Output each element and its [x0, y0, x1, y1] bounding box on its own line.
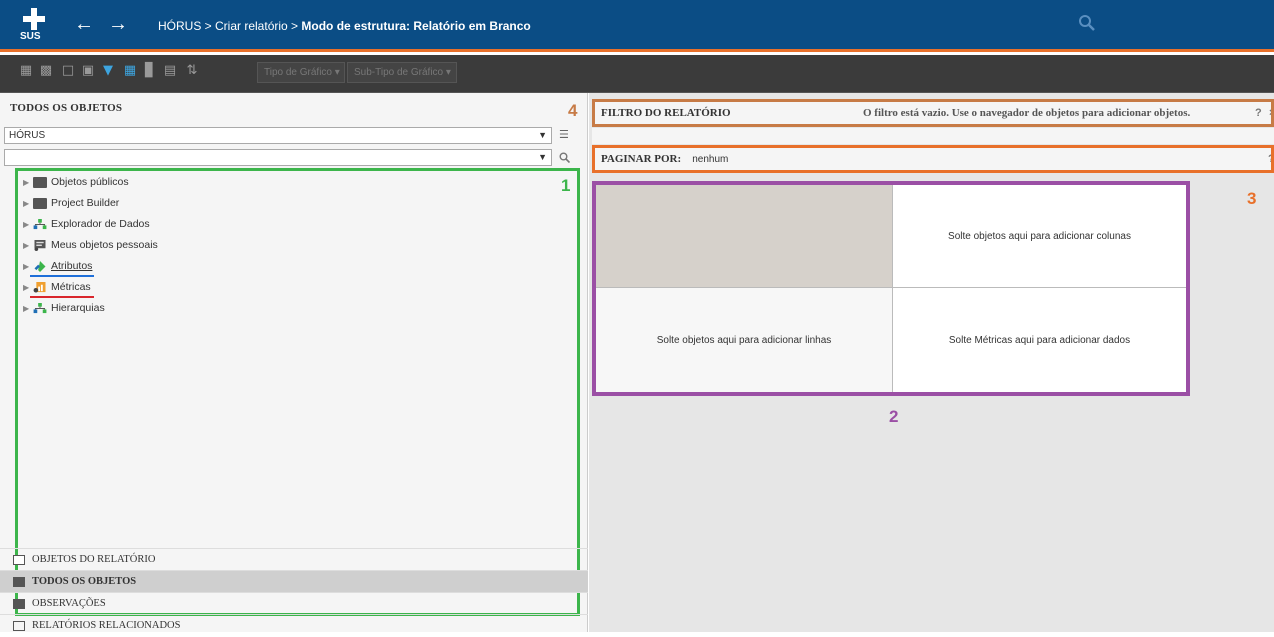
tree-item-label: Meus objetos pessoais: [51, 239, 158, 251]
notes-icon: [13, 599, 25, 609]
app-header: SUS ← → HÓRUS > Criar relatório > Modo d…: [0, 0, 1274, 52]
report-grid-dropzones: Solte objetos aqui para adicionar coluna…: [592, 181, 1190, 396]
chevron-down-icon: ▼: [538, 130, 547, 140]
expand-arrow-icon[interactable]: ▶: [23, 178, 33, 187]
list-view-icon[interactable]: ☰: [559, 128, 569, 141]
annotation-number-4: 4: [568, 101, 578, 120]
insert-grid-icon[interactable]: ▦: [18, 63, 34, 79]
metric-icon: [33, 281, 46, 293]
expand-arrow-icon[interactable]: ▶: [23, 220, 33, 229]
rows-drop-text: Solte objetos aqui para adicionar linhas: [656, 334, 832, 346]
folder-icon: [33, 176, 47, 188]
rows-drop-zone[interactable]: Solte objetos aqui para adicionar linhas: [596, 288, 893, 392]
page-by-label: PAGINAR POR:: [601, 153, 682, 165]
tree-item-my-objects[interactable]: ▶ Meus objetos pessoais: [23, 239, 158, 257]
folder-icon: [13, 577, 25, 587]
graph-view-icon[interactable]: ▊: [142, 63, 158, 79]
object-search-input[interactable]: ▼: [4, 149, 552, 166]
filter-icon[interactable]: ▼: [100, 63, 116, 79]
tab-all-objects[interactable]: TODOS OS OBJETOS: [0, 570, 588, 592]
metrics-underline: [30, 296, 94, 298]
report-filter-bar[interactable]: FILTRO DO RELATÓRIO O filtro está vazio.…: [592, 99, 1274, 127]
close-icon[interactable]: ×: [1269, 102, 1271, 124]
header-accent-line: [0, 49, 1274, 52]
tab-label: RELATÓRIOS RELACIONADOS: [32, 620, 181, 631]
panel-bottom-tabs: OBJETOS DO RELATÓRIO TODOS OS OBJETOS OB…: [0, 548, 588, 636]
filter-drop-area[interactable]: [592, 128, 1274, 144]
attribute-icon: [34, 260, 46, 272]
breadcrumb-current: Modo de estrutura: Relatório em Branco: [301, 19, 531, 33]
breadcrumb-path[interactable]: HÓRUS > Criar relatório >: [158, 19, 301, 33]
tab-label: OBSERVAÇÕES: [32, 598, 106, 609]
folder-icon: [33, 197, 47, 209]
report-editor-area: 4 FILTRO DO RELATÓRIO O filtro está vazi…: [568, 93, 1274, 632]
grid-view-icon[interactable]: ▦: [122, 63, 138, 79]
expand-arrow-icon[interactable]: ▶: [23, 241, 33, 250]
columns-drop-text: Solte objetos aqui para adicionar coluna…: [948, 230, 1131, 242]
grid-graph-view-icon[interactable]: ▤: [162, 63, 178, 79]
help-icon[interactable]: ?: [1268, 148, 1271, 170]
chevron-down-icon: ▼: [538, 152, 547, 162]
tree-item-label: Objetos públicos: [51, 176, 129, 188]
filter-label: FILTRO DO RELATÓRIO: [601, 107, 731, 119]
tree-item-label: Métricas: [51, 281, 91, 293]
report-toolbar: ▦ ▩ □ ▣ ▼ ▦ ▊ ▤ ⇅ Tipo de Gráfico ▾ Sub-…: [0, 55, 1274, 93]
related-reports-icon: [13, 621, 25, 631]
tree-item-project-builder[interactable]: ▶ Project Builder: [23, 197, 119, 215]
object-browser-panel: TODOS OS OBJETOS HÓRUS ▼ ☰ ▼ ▶ Objetos pú…: [0, 93, 588, 632]
expand-arrow-icon[interactable]: ▶: [23, 304, 33, 313]
project-select[interactable]: HÓRUS ▼: [4, 127, 552, 144]
tree-item-public-objects[interactable]: ▶ Objetos públicos: [23, 176, 129, 194]
tab-label: OBJETOS DO RELATÓRIO: [32, 554, 156, 565]
metrics-drop-text: Solte Métricas aqui para adicionar dados: [948, 334, 1131, 346]
chart-type-dropdown[interactable]: Tipo de Gráfico ▾: [257, 62, 345, 83]
annotation-number-3: 3: [1247, 189, 1257, 208]
hierarchy-icon: [33, 302, 47, 313]
hierarchy-icon: [33, 218, 47, 229]
chart-subtype-label: Sub-Tipo de Gráfico: [354, 67, 444, 78]
attributes-underline: [30, 275, 94, 277]
chart-subtype-dropdown[interactable]: Sub-Tipo de Gráfico ▾: [347, 62, 457, 83]
tree-item-label: Project Builder: [51, 197, 120, 209]
personal-objects-icon: [34, 239, 46, 251]
metrics-drop-zone[interactable]: Solte Métricas aqui para adicionar dados: [893, 288, 1186, 392]
tab-related-reports[interactable]: RELATÓRIOS RELACIONADOS: [0, 614, 588, 636]
grid-corner-cell: [596, 185, 893, 288]
save-icon[interactable]: □: [60, 63, 76, 79]
expand-arrow-icon[interactable]: ▶: [23, 199, 33, 208]
search-icon[interactable]: [1078, 14, 1096, 32]
tab-notes[interactable]: OBSERVAÇÕES: [0, 592, 588, 614]
chart-type-label: Tipo de Gráfico: [264, 67, 332, 78]
tree-item-hierarchies[interactable]: ▶ Hierarquias: [23, 302, 105, 320]
expand-arrow-icon[interactable]: ▶: [23, 262, 33, 271]
help-icon[interactable]: ?: [1255, 102, 1262, 124]
save-as-icon[interactable]: ▣: [80, 63, 96, 79]
forward-arrow-icon[interactable]: →: [108, 14, 128, 34]
annotation-number-2: 2: [889, 407, 899, 426]
panel-title: TODOS OS OBJETOS: [10, 102, 123, 114]
search-icon[interactable]: [559, 152, 570, 163]
tree-item-label: Atributos: [51, 260, 93, 272]
remove-grid-icon[interactable]: ▩: [38, 63, 54, 79]
tree-item-data-explorer[interactable]: ▶ Explorador de Dados: [23, 218, 150, 236]
project-select-value: HÓRUS: [9, 130, 46, 141]
tree-item-label: Explorador de Dados: [51, 218, 150, 230]
expand-arrow-icon[interactable]: ▶: [23, 283, 33, 292]
sus-logo[interactable]: SUS: [20, 8, 48, 46]
report-objects-icon: [13, 555, 25, 565]
breadcrumb: HÓRUS > Criar relatório > Modo de estrut…: [158, 19, 531, 33]
page-by-value: nenhum: [692, 154, 729, 165]
filter-empty-text: O filtro está vazio. Use o navegador de …: [863, 107, 1191, 119]
back-arrow-icon[interactable]: ←: [74, 14, 94, 34]
tab-label: TODOS OS OBJETOS: [32, 576, 137, 587]
tab-report-objects[interactable]: OBJETOS DO RELATÓRIO: [0, 548, 588, 570]
annotation-number-1: 1: [561, 176, 571, 195]
logo-text: SUS: [20, 31, 41, 42]
tree-item-label: Hierarquias: [51, 302, 105, 314]
sort-icon[interactable]: ⇅: [184, 63, 200, 79]
page-by-bar[interactable]: PAGINAR POR: nenhum ?: [592, 145, 1274, 173]
columns-drop-zone[interactable]: Solte objetos aqui para adicionar coluna…: [893, 185, 1186, 288]
